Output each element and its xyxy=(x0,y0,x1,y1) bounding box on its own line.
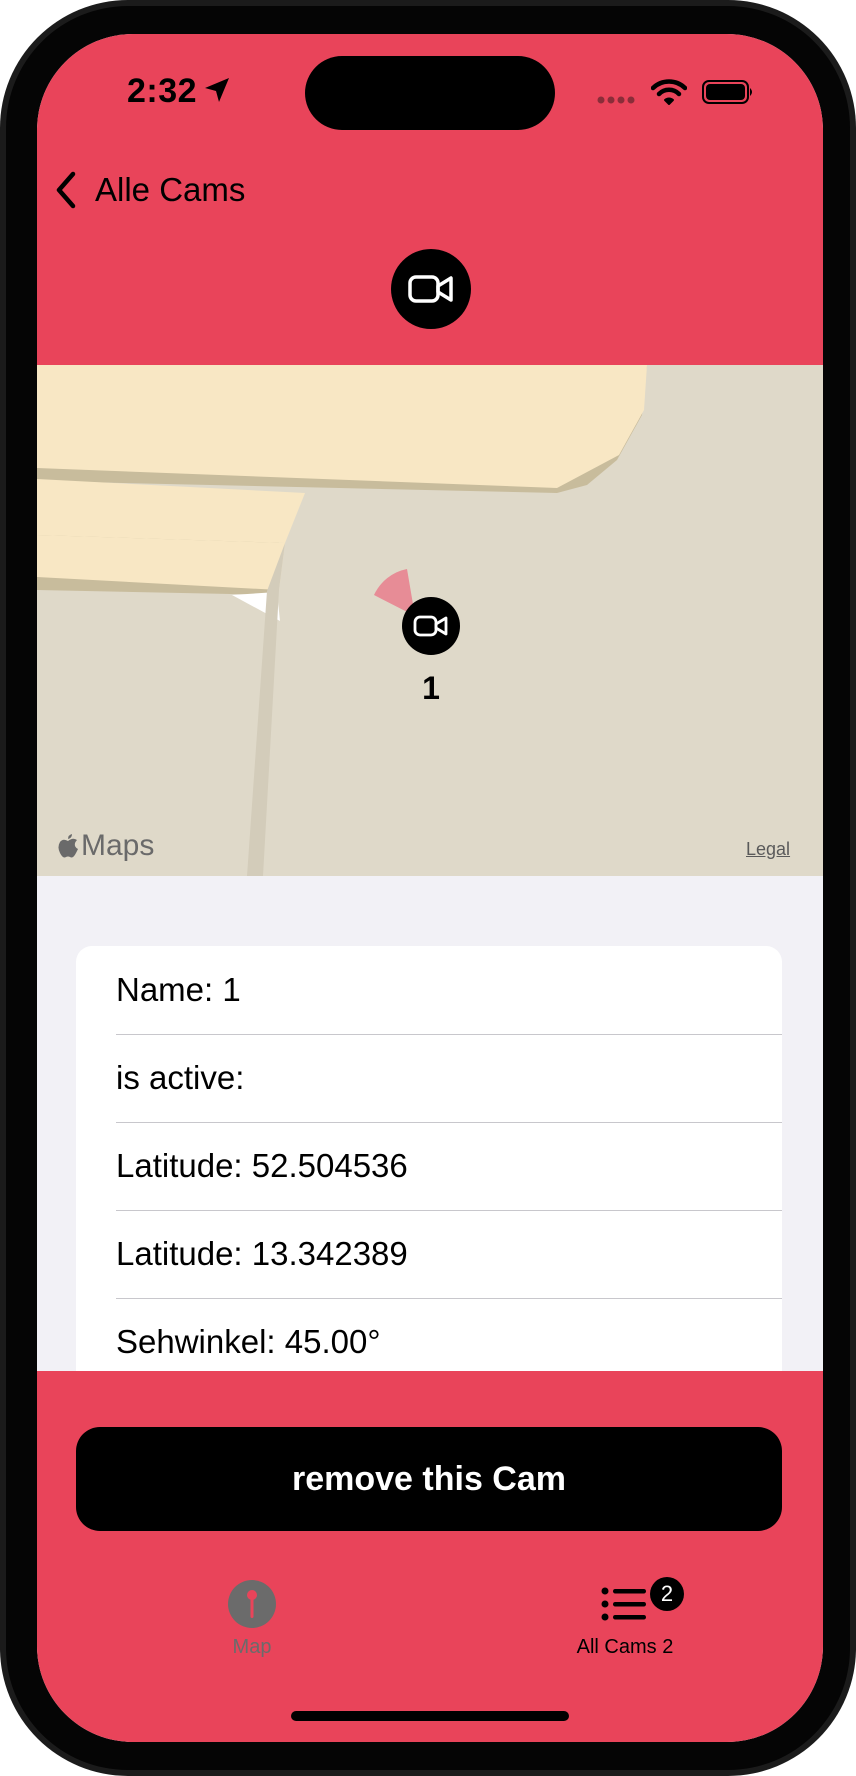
detail-row-label: Sehwinkel: 45.00° xyxy=(116,1323,381,1360)
detail-row-longitude: Latitude: 13.342389 xyxy=(116,1210,782,1299)
camera-details-card: Name: 1 is active: Latitude: 52.504536 L… xyxy=(76,946,782,1416)
detail-row-label: Latitude: 13.342389 xyxy=(116,1235,408,1272)
signal-dots-icon xyxy=(597,96,635,104)
remove-cam-button[interactable]: remove this Cam xyxy=(76,1427,782,1531)
map-marker-label: 1 xyxy=(422,670,440,706)
tab-label: Map xyxy=(232,1636,272,1658)
detail-row-label: Latitude: 52.504536 xyxy=(116,1147,408,1184)
detail-row-name: Name: 1 xyxy=(116,946,782,1035)
wifi-icon xyxy=(651,79,687,105)
video-camera-icon xyxy=(408,275,453,303)
apple-logo-icon xyxy=(58,834,78,858)
detail-row-latitude: Latitude: 52.504536 xyxy=(116,1122,782,1211)
map-pin-icon xyxy=(228,1580,276,1628)
detail-row-label: is active: xyxy=(116,1059,245,1096)
back-button-label: Alle Cams xyxy=(95,171,246,208)
battery-icon xyxy=(702,80,752,104)
detail-row-active: is active: xyxy=(116,1034,782,1123)
tab-label: All Cams 2 xyxy=(576,1636,674,1658)
home-indicator[interactable] xyxy=(291,1711,569,1721)
video-camera-icon xyxy=(413,615,448,637)
app-screen: 2:32 Alle Cams Maps Legal 1 Name: 1 is a… xyxy=(37,34,823,1742)
map-camera-marker[interactable] xyxy=(402,597,460,655)
list-icon xyxy=(601,1587,646,1621)
back-button[interactable]: Alle Cams xyxy=(51,162,245,218)
dynamic-island xyxy=(305,56,555,130)
maps-attribution: Maps xyxy=(57,829,154,863)
tab-badge: 2 xyxy=(650,1577,684,1611)
location-arrow-icon xyxy=(205,78,229,102)
chevron-left-icon xyxy=(56,171,76,209)
status-time: 2:32 xyxy=(127,72,198,110)
camera-avatar xyxy=(391,249,471,329)
legal-link[interactable]: Legal xyxy=(746,839,790,860)
detail-row-label: Name: 1 xyxy=(116,971,241,1008)
maps-logo-label: Maps xyxy=(81,829,155,862)
tab-map[interactable]: Map xyxy=(187,1580,317,1659)
